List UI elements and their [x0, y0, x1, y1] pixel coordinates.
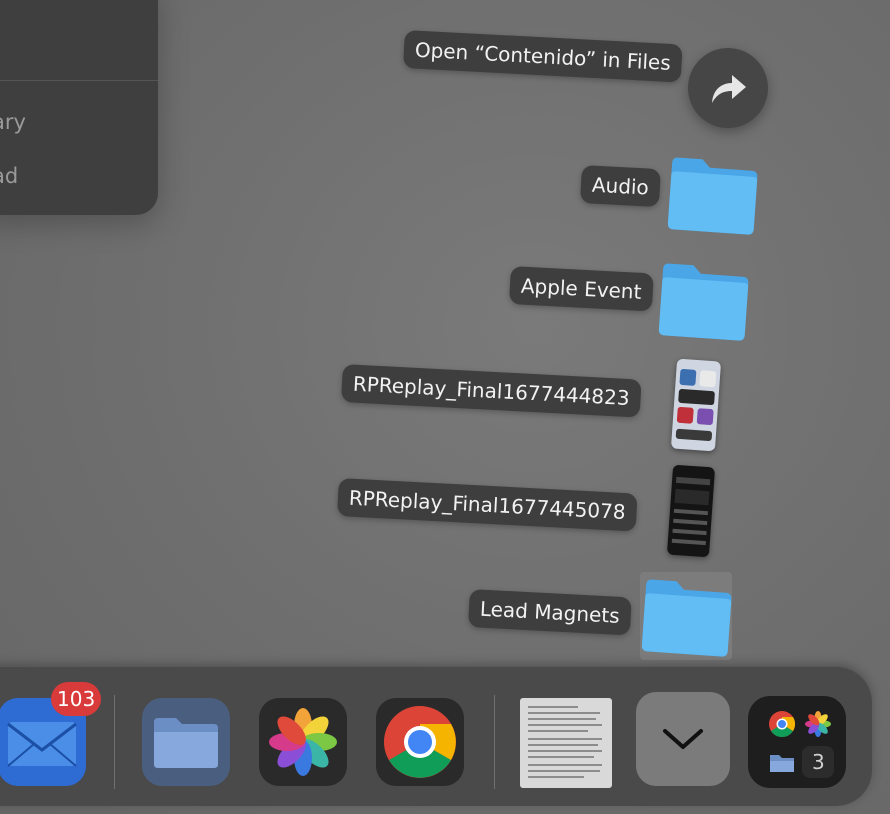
share-arrow-icon [712, 75, 746, 103]
app-library-icon[interactable]: 3 [748, 696, 846, 788]
stack-item-label-audio[interactable]: Audio [580, 165, 661, 208]
dock-divider [494, 695, 495, 789]
screenshot-thumbnail[interactable] [666, 464, 716, 558]
stack-item-label-rpreplay-1[interactable]: RPReplay_Final1677444823 [341, 364, 642, 418]
document-thumbnail[interactable] [520, 698, 612, 788]
notification-badge: 103 [51, 682, 102, 716]
chrome-logo-icon [384, 706, 456, 778]
chrome-icon[interactable] [376, 698, 464, 786]
stack-item-label-lead-magnets[interactable]: Lead Magnets [468, 589, 632, 636]
files-icon [770, 755, 794, 772]
folder-icon[interactable] [654, 259, 751, 343]
folder-icon[interactable] [663, 153, 760, 237]
photos-icon [805, 711, 831, 737]
open-in-files-button[interactable] [688, 48, 768, 128]
stack-item-label-rpreplay-2[interactable]: RPReplay_Final1677445078 [337, 478, 638, 532]
collapse-stack-button[interactable] [636, 692, 730, 786]
divider [0, 80, 158, 81]
panel-row-1[interactable]: ary [0, 110, 26, 134]
photos-flower-icon [269, 708, 337, 776]
chrome-icon [769, 711, 796, 738]
screenshot-thumbnail[interactable] [670, 358, 722, 452]
calendar-icon: 3 [802, 746, 834, 778]
folder-icon [154, 718, 218, 768]
stack-item-label-apple-event[interactable]: Apple Event [509, 266, 654, 312]
folder-icon[interactable] [637, 575, 734, 659]
open-in-files-label[interactable]: Open “Contenido” in Files [403, 30, 683, 83]
panel-row-2[interactable]: ad [0, 164, 18, 188]
dock-divider [114, 695, 115, 789]
chevron-down-icon [663, 729, 703, 749]
files-icon[interactable] [142, 698, 230, 786]
side-panel: ary ad [0, 0, 158, 215]
calendar-day: 3 [812, 750, 825, 774]
photos-icon[interactable] [259, 698, 347, 786]
